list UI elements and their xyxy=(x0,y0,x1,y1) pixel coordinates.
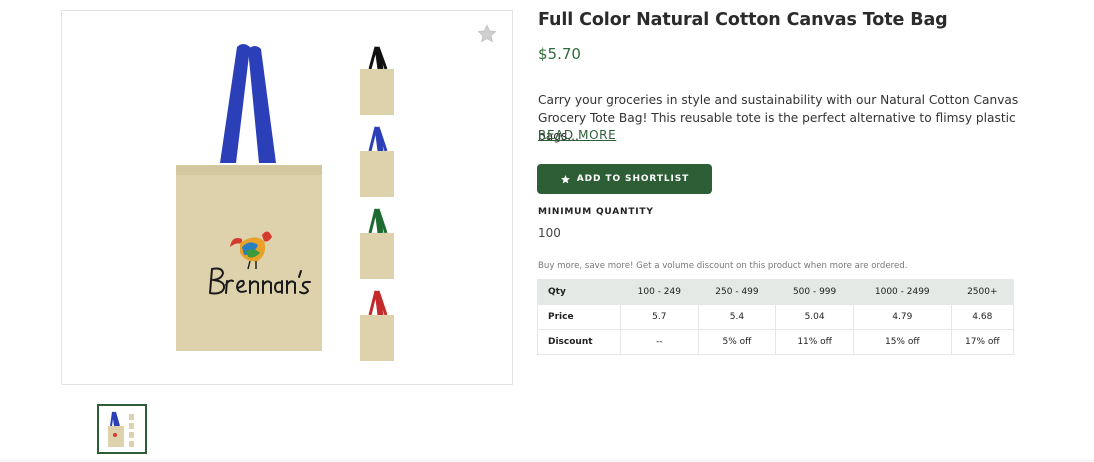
row-label: Price xyxy=(537,304,621,330)
discount-cell: 15% off xyxy=(852,329,952,355)
read-more-link[interactable]: READ MORE xyxy=(538,128,616,142)
header-cell: Qty xyxy=(537,279,621,305)
price-cell: 5.7 xyxy=(620,304,699,330)
variant-green xyxy=(360,208,394,279)
discount-cell: 11% off xyxy=(775,329,854,355)
header-cell: 2500+ xyxy=(950,279,1015,305)
star-icon xyxy=(477,24,497,43)
variant-black xyxy=(360,46,394,115)
divider xyxy=(0,460,1094,461)
price-cell: 4.79 xyxy=(852,304,952,330)
volume-discount-note: Buy more, save more! Get a volume discou… xyxy=(538,261,908,271)
minimum-quantity-label: MINIMUM QUANTITY xyxy=(538,207,654,217)
minimum-quantity-value: 100 xyxy=(538,226,561,240)
price-cell: 5.4 xyxy=(697,304,777,330)
shortlist-label: ADD TO SHORTLIST xyxy=(576,174,690,184)
variant-red xyxy=(360,290,394,361)
price-cell: 5.04 xyxy=(775,304,854,330)
price-cell: 4.68 xyxy=(950,304,1015,330)
pricing-table: Qty 100 - 249 250 - 499 500 - 999 1000 -… xyxy=(537,279,1015,355)
header-cell: 500 - 999 xyxy=(775,279,854,305)
discount-cell: 5% off xyxy=(697,329,777,355)
favorite-star-button[interactable] xyxy=(476,23,498,45)
product-price: $5.70 xyxy=(538,45,581,63)
add-to-shortlist-button[interactable]: ADD TO SHORTLIST xyxy=(537,164,712,194)
discount-cell: 17% off xyxy=(950,329,1015,355)
star-icon xyxy=(560,174,570,183)
header-cell: 100 - 249 xyxy=(620,279,699,305)
discount-cell: -- xyxy=(620,329,699,355)
row-label: Discount xyxy=(537,329,621,355)
product-main-image xyxy=(176,44,394,361)
thumbnail-image xyxy=(108,411,134,447)
variant-blue xyxy=(360,126,394,197)
pricing-header-row: Qty 100 - 249 250 - 499 500 - 999 1000 -… xyxy=(537,279,1015,305)
pricing-price-row: Price 5.7 5.4 5.04 4.79 4.68 xyxy=(537,304,1015,330)
header-cell: 1000 - 2499 xyxy=(852,279,952,305)
image-thumbnail[interactable] xyxy=(97,404,147,454)
header-cell: 250 - 499 xyxy=(697,279,777,305)
product-title: Full Color Natural Cotton Canvas Tote Ba… xyxy=(538,10,948,30)
pricing-discount-row: Discount -- 5% off 11% off 15% off 17% o… xyxy=(537,329,1015,355)
product-image-viewer xyxy=(61,10,513,385)
